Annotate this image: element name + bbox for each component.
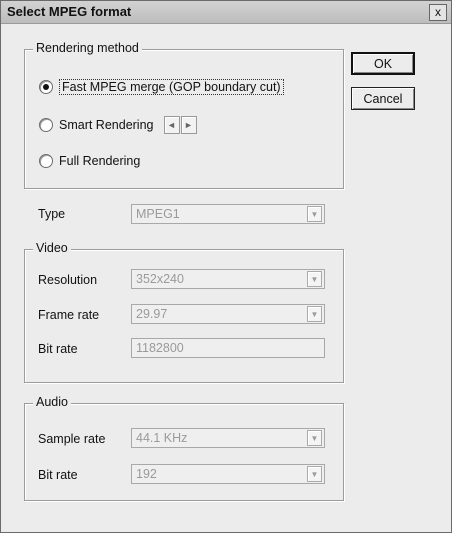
resolution-select[interactable]: 352x240 ▼ [131, 269, 325, 289]
chevron-down-icon[interactable]: ▼ [307, 430, 322, 446]
audio-bit-rate-select[interactable]: 192 ▼ [131, 464, 325, 484]
chevron-down-icon[interactable]: ▼ [307, 271, 322, 287]
frame-rate-label: Frame rate [38, 308, 100, 322]
chevron-down-icon[interactable]: ▼ [307, 466, 322, 482]
radio-button[interactable] [39, 118, 53, 132]
radio-label-fast-mpeg-merge: Fast MPEG merge (GOP boundary cut) [59, 79, 284, 95]
spin-right-icon[interactable]: ► [180, 116, 197, 134]
radio-fast-mpeg-merge[interactable]: Fast MPEG merge (GOP boundary cut) [39, 78, 284, 96]
smart-rendering-spinner: ◄ ► [163, 116, 198, 134]
chevron-down-icon[interactable]: ▼ [307, 306, 322, 322]
audio-bit-rate-label: Bit rate [38, 468, 78, 482]
radio-smart-rendering[interactable]: Smart Rendering ◄ ► [39, 116, 198, 134]
frame-rate-select[interactable]: 29.97 ▼ [131, 304, 325, 324]
video-legend: Video [33, 241, 71, 255]
cancel-button[interactable]: Cancel [351, 87, 415, 110]
frame-rate-value: 29.97 [136, 307, 168, 321]
sample-rate-label: Sample rate [38, 432, 106, 446]
resolution-label: Resolution [38, 273, 98, 287]
audio-group: Audio [24, 395, 344, 501]
title-bar: Select MPEG format x [1, 1, 451, 24]
chevron-down-icon[interactable]: ▼ [307, 206, 322, 222]
select-mpeg-format-dialog: Select MPEG format x Rendering method Fa… [0, 0, 452, 533]
rendering-method-group: Rendering method Fast MPEG merge (GOP bo… [24, 41, 344, 189]
radio-full-rendering[interactable]: Full Rendering [39, 152, 140, 170]
close-icon[interactable]: x [429, 4, 447, 21]
video-bit-rate-label: Bit rate [38, 342, 78, 356]
sample-rate-select[interactable]: 44.1 KHz ▼ [131, 428, 325, 448]
radio-button-checked[interactable] [39, 80, 53, 94]
video-bit-rate-field[interactable]: 1182800 [131, 338, 325, 358]
audio-bit-rate-value: 192 [136, 467, 157, 481]
ok-button[interactable]: OK [351, 52, 415, 75]
spin-left-icon[interactable]: ◄ [163, 116, 180, 134]
radio-label-full-rendering: Full Rendering [59, 154, 141, 168]
type-select[interactable]: MPEG1 ▼ [131, 204, 325, 224]
radio-label-smart-rendering: Smart Rendering [59, 118, 154, 132]
dialog-title: Select MPEG format [7, 4, 132, 19]
type-label: Type [38, 207, 66, 221]
radio-button[interactable] [39, 154, 53, 168]
type-value: MPEG1 [136, 207, 180, 221]
rendering-method-legend: Rendering method [33, 41, 142, 55]
resolution-value: 352x240 [136, 272, 184, 286]
audio-legend: Audio [33, 395, 71, 409]
video-bit-rate-value: 1182800 [136, 341, 184, 355]
sample-rate-value: 44.1 KHz [136, 431, 188, 445]
